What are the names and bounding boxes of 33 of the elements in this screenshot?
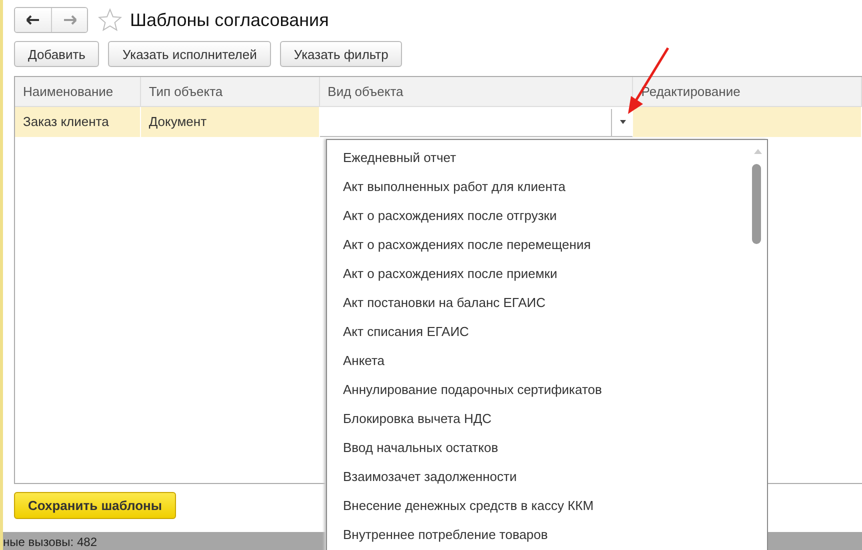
back-button[interactable] [15,8,51,32]
dropdown-item[interactable]: Аннулирование подарочных сертификатов [327,375,749,404]
column-header[interactable]: Тип объекта [140,77,320,107]
dropdown-item[interactable]: Блокировка вычета НДС [327,404,749,433]
dropdown-item[interactable]: Внутреннее потребление товаров [327,520,749,549]
status-text: ные вызовы: 482 [3,535,97,549]
dropdown-item[interactable]: Акт постановки на баланс ЕГАИС [327,288,749,317]
dropdown-item[interactable]: Акт списания ЕГАИС [327,317,749,346]
scroll-up-icon[interactable] [754,148,762,154]
dropdown-item[interactable]: Взаимозачет задолженности [327,462,749,491]
toolbar-button[interactable]: Добавить [14,41,100,67]
dropdown-item[interactable]: Акт о расхождениях после перемещения [327,230,749,259]
table-cell: Документ [140,107,320,137]
window-title: Шаблоны согласования [130,10,329,30]
column-header[interactable]: Редактирование [633,77,862,107]
toolbar-button[interactable]: Указать фильтр [280,41,402,67]
toolbar-button[interactable]: Указать исполнителей [108,41,271,67]
star-icon[interactable] [98,8,122,32]
back-arrow-icon [26,15,40,25]
column-header[interactable]: Вид объекта [320,77,634,107]
save-button[interactable]: Сохранить шаблоны [14,492,176,519]
dropdown-caret-icon[interactable] [620,120,626,124]
dropdown-item[interactable]: Акт о расхождениях после отгрузки [327,201,749,230]
dropdown-item[interactable]: Ежедневный отчет [327,143,749,172]
dropdown-item[interactable]: Ввод начальных остатков [327,433,749,462]
forward-arrow-icon [62,15,76,25]
column-header[interactable]: Наименование [15,77,141,107]
dropdown-item[interactable]: Акт выполненных работ для клиента [327,172,749,201]
dropdown-item[interactable]: Внесение денежных средств в кассу ККМ [327,491,749,520]
dropdown-item[interactable]: Анкета [327,346,749,375]
scroll-thumb[interactable] [752,164,761,244]
dropdown-item[interactable]: Акт о расхождениях после приемки [327,259,749,288]
table-cell: Заказ клиента [15,107,141,137]
